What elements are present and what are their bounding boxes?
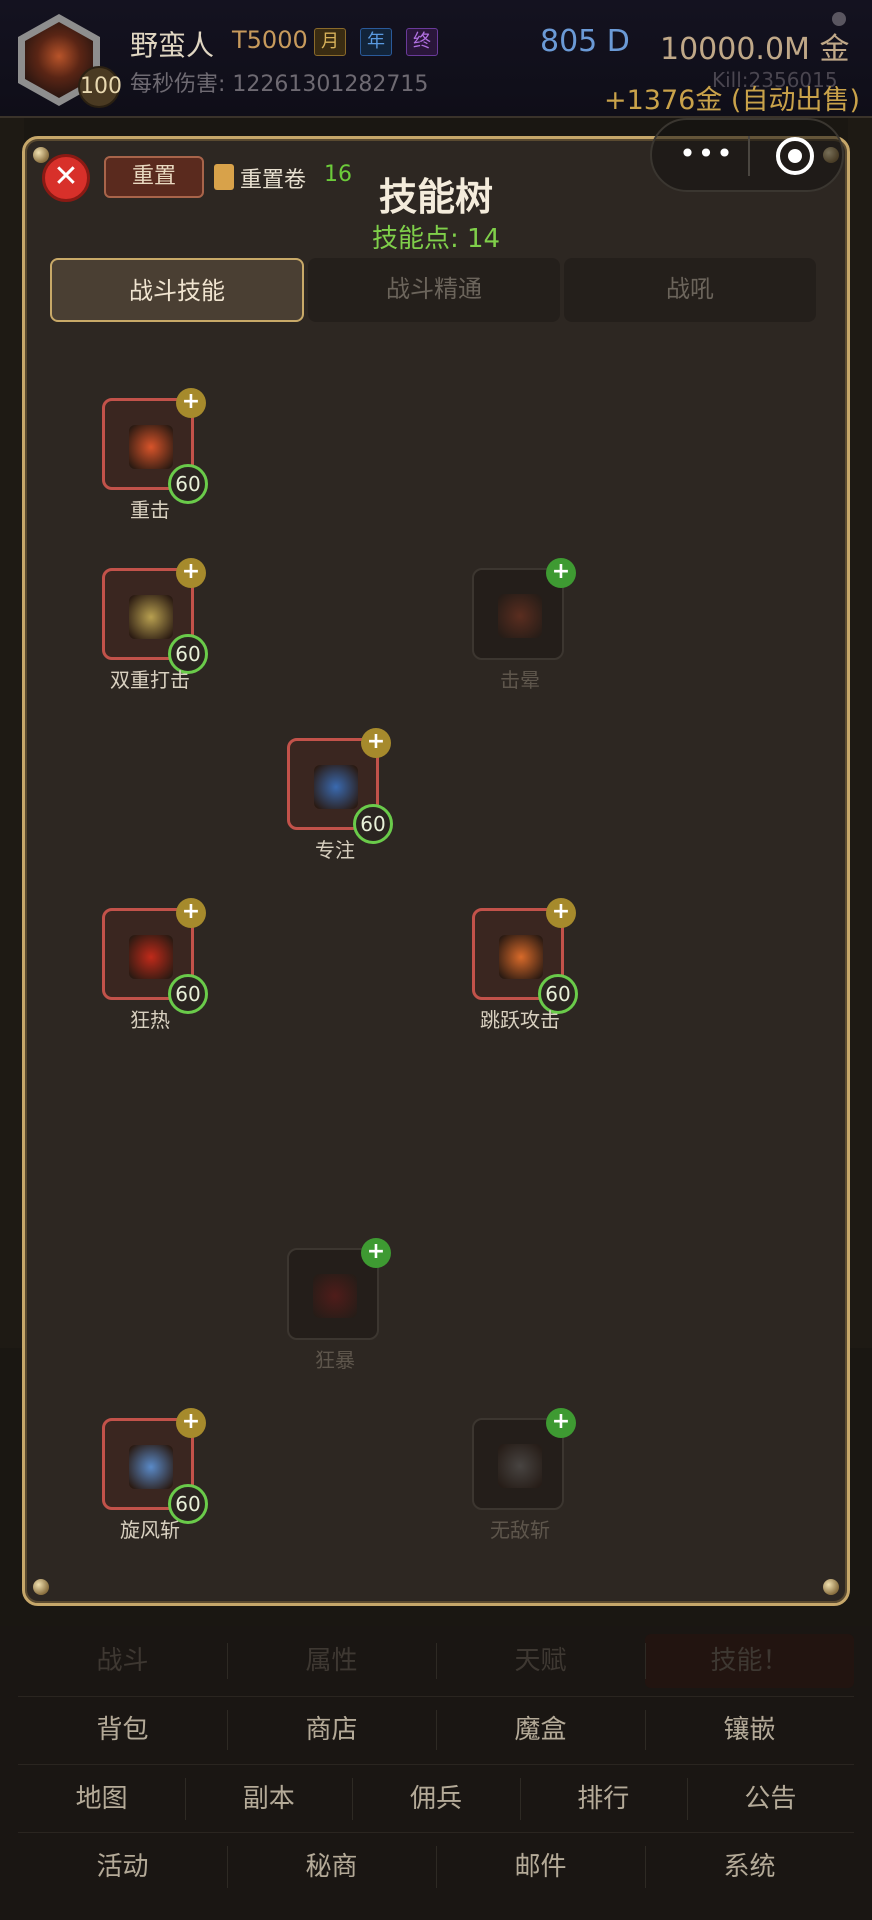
skill-name: 重击 (130, 498, 170, 522)
skill-node-double-swing[interactable]: + 60 双重打击 (102, 558, 208, 692)
nav-attributes[interactable]: 属性 (227, 1634, 436, 1688)
year-card-badge[interactable]: 年 (360, 28, 392, 56)
skill-node-berserk[interactable]: + 狂暴 (287, 1238, 391, 1372)
double-swing-icon (129, 595, 173, 639)
skill-name: 狂暴 (315, 1348, 355, 1372)
leap-attack-icon (499, 935, 543, 979)
mini-program-capsule: ••• (650, 118, 844, 192)
nav-divider (18, 1696, 854, 1697)
nav-shop[interactable]: 商店 (227, 1700, 436, 1760)
nav-map[interactable]: 地图 (18, 1768, 185, 1830)
rivet-icon (33, 1579, 49, 1595)
skill-upgrade-button[interactable]: + (361, 728, 391, 758)
tab-war-cry[interactable]: 战吼 (564, 258, 816, 322)
skill-unlock-button[interactable]: + (546, 558, 576, 588)
close-target-icon[interactable] (776, 137, 814, 175)
skill-node-frenzy[interactable]: + 60 狂热 (102, 898, 208, 1032)
nav-events[interactable]: 活动 (18, 1836, 227, 1898)
level-badge: 100 (78, 66, 122, 108)
nav-combat[interactable]: 战斗 (18, 1634, 227, 1688)
tier-label: T5000 (232, 26, 308, 54)
nav-row-1: 战斗 属性 天赋 技能！ (18, 1634, 854, 1688)
background-right (848, 118, 872, 1348)
skill-unlock-button[interactable]: + (361, 1238, 391, 1268)
concentrate-icon (314, 765, 358, 809)
top-header: 100 野蛮人 T5000 月 年 终 每秒伤害: 12261301282715… (0, 0, 872, 118)
nav-ranking[interactable]: 排行 (519, 1768, 687, 1830)
skill-name: 专注 (315, 838, 355, 862)
skill-upgrade-button[interactable]: + (176, 898, 206, 928)
rivet-icon (33, 147, 49, 163)
skill-unlock-button[interactable]: + (546, 1408, 576, 1438)
nav-inlay[interactable]: 镶嵌 (645, 1700, 854, 1760)
nav-system[interactable]: 系统 (645, 1836, 854, 1898)
frenzy-icon (129, 935, 173, 979)
nav-skills[interactable]: 技能！ (645, 1634, 854, 1688)
invincible-slash-icon (498, 1444, 542, 1488)
lifetime-card-badge[interactable]: 终 (406, 28, 438, 56)
bottom-nav: 战斗 属性 天赋 技能！ 背包 商店 魔盒 镶嵌 地图 副本 佣兵 排行 公告 … (0, 1626, 872, 1920)
skill-name: 击晕 (500, 668, 540, 692)
nav-row-2: 背包 商店 魔盒 镶嵌 (18, 1700, 854, 1760)
nav-divider (18, 1764, 854, 1765)
nav-mail[interactable]: 邮件 (436, 1836, 645, 1898)
nav-row-3: 地图 副本 佣兵 排行 公告 (18, 1768, 854, 1830)
nav-announcement[interactable]: 公告 (686, 1768, 854, 1830)
stun-icon (498, 594, 542, 638)
skill-node-stun[interactable]: + 击晕 (472, 558, 576, 692)
status-dot-icon (832, 12, 846, 26)
diamond-currency: 805 D (540, 24, 630, 59)
nav-dungeon[interactable]: 副本 (185, 1768, 352, 1830)
skill-node-leap-attack[interactable]: + 60 跳跃攻击 (472, 898, 578, 1032)
skill-upgrade-button[interactable]: + (176, 558, 206, 588)
tab-combat-skills[interactable]: 战斗技能 (50, 258, 304, 322)
month-card-badge[interactable]: 月 (314, 28, 346, 56)
skill-name: 无敌斩 (490, 1518, 550, 1542)
nav-secret-merchant[interactable]: 秘商 (227, 1836, 436, 1898)
skill-node-whirlwind[interactable]: + 60 旋风斩 (102, 1408, 208, 1542)
gold-currency: 10000.0M 金 (660, 32, 850, 67)
skill-upgrade-button[interactable]: + (176, 1408, 206, 1438)
skill-tree-panel (22, 136, 850, 1606)
nav-magic-box[interactable]: 魔盒 (436, 1700, 645, 1760)
more-icon[interactable]: ••• (672, 136, 742, 172)
heavy-strike-icon (129, 425, 173, 469)
nav-backpack[interactable]: 背包 (18, 1700, 227, 1760)
background-left (0, 118, 24, 1348)
nav-row-4: 活动 秘商 邮件 系统 (18, 1836, 854, 1898)
nav-talents[interactable]: 天赋 (436, 1634, 645, 1688)
whirlwind-icon (129, 1445, 173, 1489)
berserk-icon (313, 1274, 357, 1318)
tab-combat-mastery[interactable]: 战斗精通 (308, 258, 560, 322)
skill-points-label: 技能点: 14 (371, 224, 501, 254)
skill-name: 跳跃攻击 (480, 1008, 560, 1032)
skill-name: 狂热 (130, 1008, 170, 1032)
gold-gain-text: +1376金 (自动出售) (604, 85, 860, 116)
player-name: 野蛮人 (130, 29, 215, 62)
nav-mercenary[interactable]: 佣兵 (352, 1768, 519, 1830)
dps-label: 每秒伤害: 12261301282715 (130, 72, 429, 97)
skill-upgrade-button[interactable]: + (176, 388, 206, 418)
skill-node-heavy-strike[interactable]: + 60 重击 (102, 388, 208, 522)
skill-name: 双重打击 (110, 668, 190, 692)
skill-upgrade-button[interactable]: + (546, 898, 576, 928)
rivet-icon (823, 1579, 839, 1595)
skill-node-concentrate[interactable]: + 60 专注 (287, 728, 393, 862)
skill-name: 旋风斩 (120, 1518, 180, 1542)
capsule-divider (748, 136, 750, 176)
skill-node-invincible-slash[interactable]: + 无敌斩 (472, 1408, 576, 1542)
nav-divider (18, 1832, 854, 1833)
